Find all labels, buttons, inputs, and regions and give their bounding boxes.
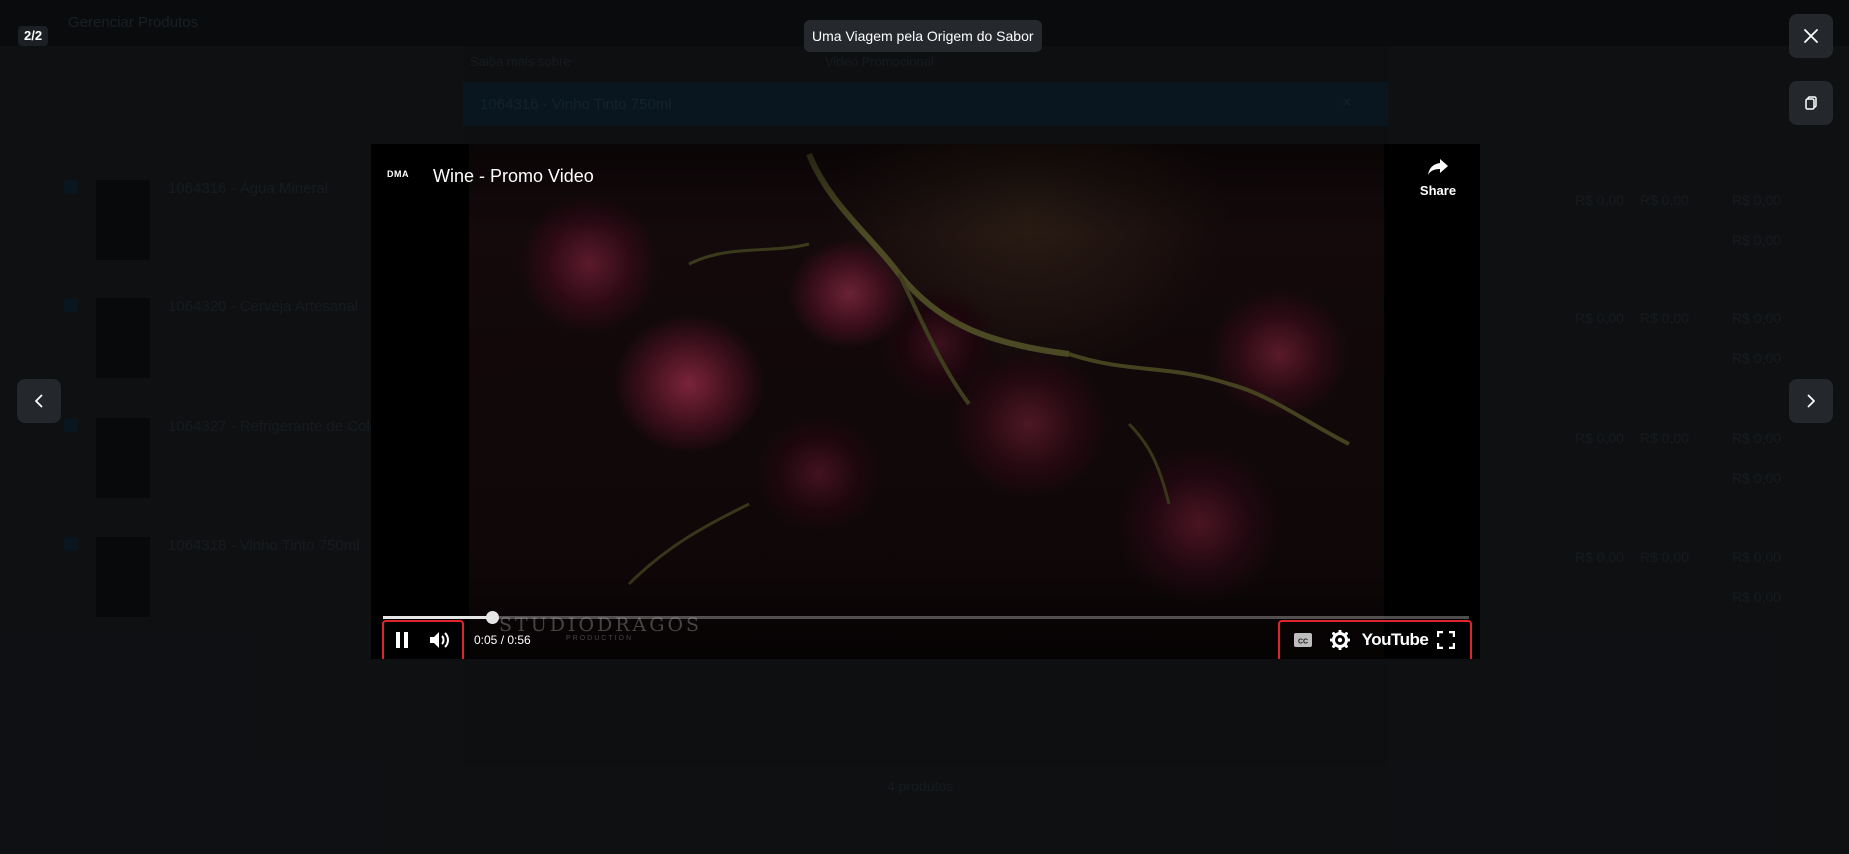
chevron-right-icon bbox=[1807, 394, 1815, 408]
youtube-label: YouTube bbox=[1361, 630, 1429, 649]
close-icon bbox=[1804, 29, 1818, 43]
time-display: 0:05 / 0:56 bbox=[474, 633, 531, 647]
progress-played bbox=[383, 616, 492, 619]
progress-scrubber[interactable] bbox=[485, 611, 499, 624]
left-controls-highlight bbox=[382, 620, 464, 659]
top-shade bbox=[371, 144, 1480, 234]
volume-icon bbox=[430, 632, 449, 648]
slide-counter: 2/2 bbox=[18, 26, 49, 46]
right-controls-highlight: CC YouTube bbox=[1278, 620, 1472, 659]
settings-button[interactable] bbox=[1328, 629, 1352, 651]
video-title[interactable]: Wine - Promo Video bbox=[433, 166, 594, 187]
captions-button[interactable]: CC bbox=[1292, 630, 1314, 650]
slide-caption: Uma Viagem pela Origem do Sabor bbox=[804, 20, 1042, 52]
video-watermark-sub: PRODUCTION bbox=[566, 635, 634, 642]
volume-button[interactable] bbox=[426, 628, 454, 652]
share-icon bbox=[1428, 159, 1448, 175]
chevron-left-icon bbox=[35, 394, 43, 408]
close-button[interactable] bbox=[1789, 14, 1833, 58]
captions-icon: CC bbox=[1294, 633, 1312, 647]
gear-icon bbox=[1330, 630, 1350, 650]
copy-icon bbox=[1805, 96, 1817, 110]
fullscreen-icon bbox=[1437, 631, 1455, 649]
next-slide-button[interactable] bbox=[1789, 379, 1833, 423]
youtube-logo-button[interactable]: YouTube bbox=[1361, 628, 1429, 652]
fullscreen-button[interactable] bbox=[1434, 629, 1458, 651]
share-button[interactable]: Share bbox=[1413, 158, 1463, 198]
pause-button[interactable] bbox=[390, 629, 414, 651]
svg-text:CC: CC bbox=[1298, 639, 1308, 646]
channel-logo[interactable]: DMA bbox=[387, 166, 417, 182]
previous-slide-button[interactable] bbox=[17, 379, 61, 423]
video-player[interactable]: DMA Wine - Promo Video Share STUDIODRAGO… bbox=[371, 144, 1480, 659]
progress-bar[interactable] bbox=[383, 611, 1469, 624]
pause-icon bbox=[396, 632, 408, 648]
copy-button[interactable] bbox=[1789, 81, 1833, 125]
share-label: Share bbox=[1419, 183, 1457, 198]
